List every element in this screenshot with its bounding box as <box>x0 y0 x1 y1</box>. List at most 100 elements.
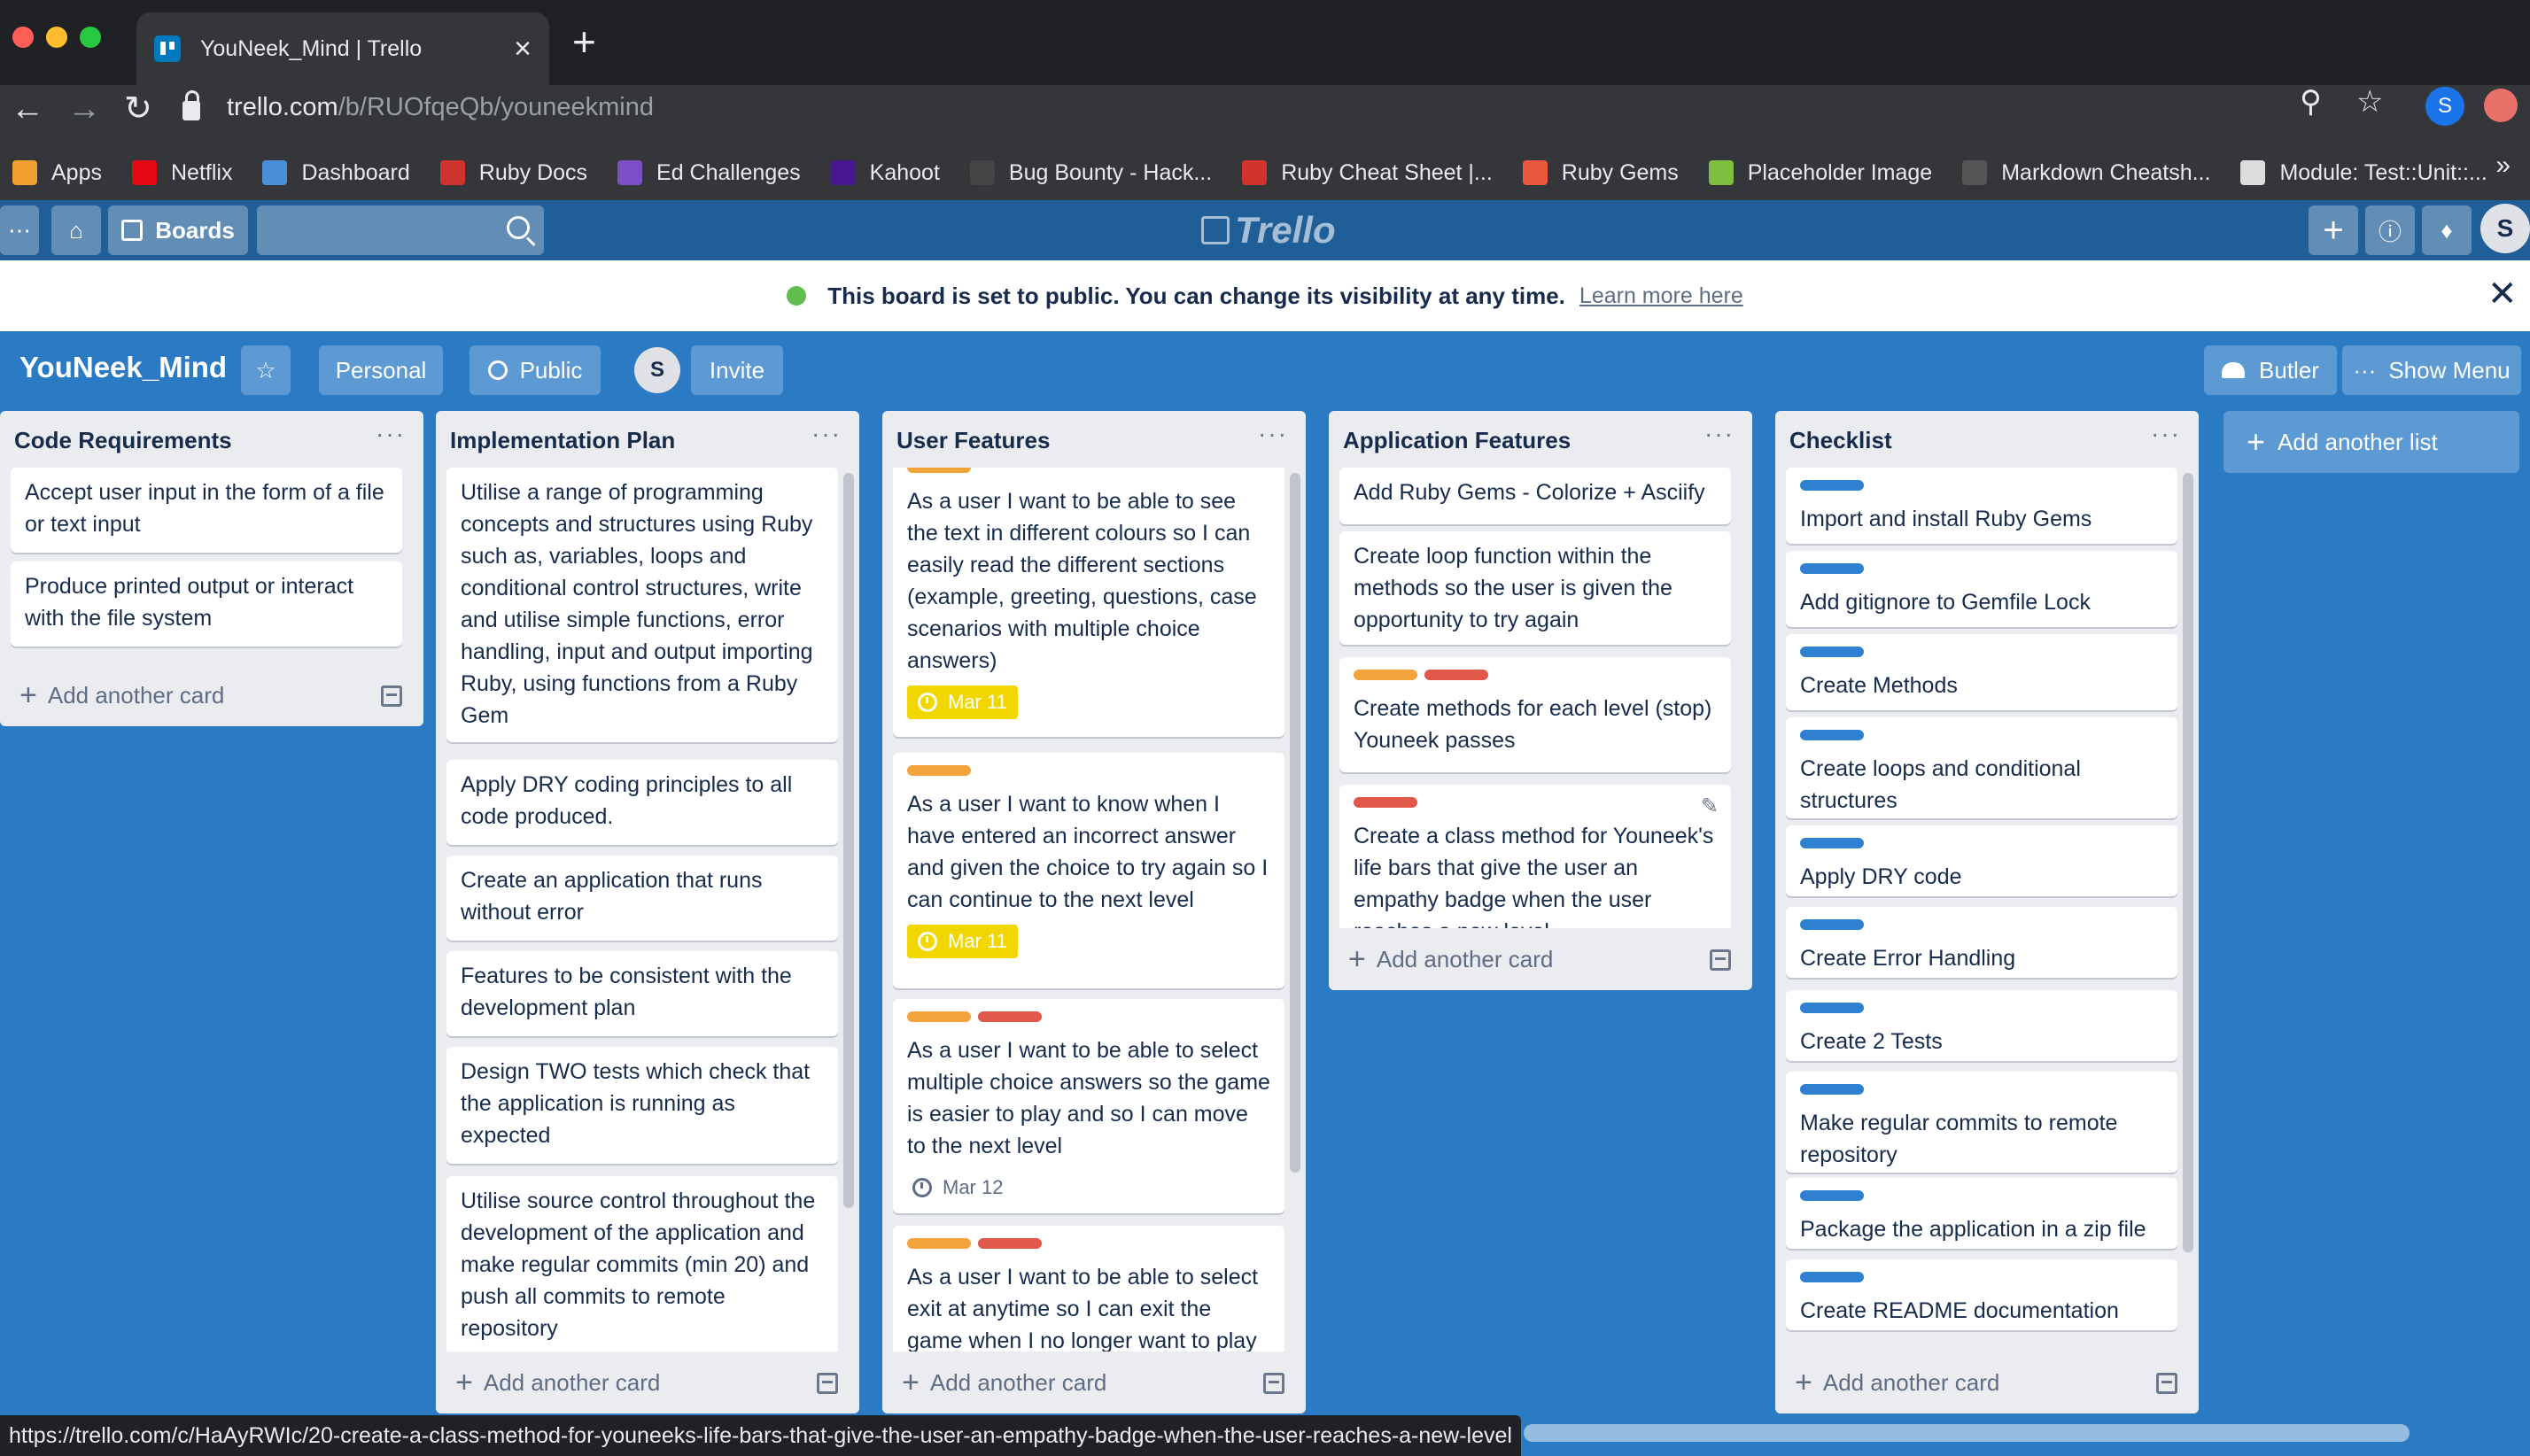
card[interactable]: As a user I want to know when I have ent… <box>893 753 1284 988</box>
card[interactable]: Create Methods <box>1786 634 2177 710</box>
due-date-badge[interactable]: Mar 12 <box>907 1171 1013 1204</box>
star-board-button[interactable]: ☆ <box>241 345 291 395</box>
bookmark-item[interactable]: Markdown Cheatsh... <box>1962 160 2210 186</box>
back-arrow-icon[interactable]: ← <box>11 92 44 126</box>
list-scrollbar[interactable] <box>1290 473 1300 1173</box>
card[interactable]: Design TWO tests which check that the ap… <box>446 1047 838 1164</box>
extension-icon[interactable] <box>2484 89 2518 122</box>
card[interactable]: Add Ruby Gems - Colorize + Asciify <box>1339 468 1731 524</box>
close-window-button[interactable] <box>12 27 34 48</box>
card[interactable]: Utilise a range of programming concepts … <box>446 468 838 742</box>
browser-profile-avatar[interactable]: S <box>2425 87 2464 126</box>
due-date-badge[interactable]: Mar 11 <box>907 685 1018 719</box>
list-title[interactable]: Application Features <box>1343 427 1571 454</box>
new-tab-icon[interactable]: + <box>572 21 596 62</box>
list-menu-icon[interactable]: ··· <box>811 420 842 448</box>
bookmark-item[interactable]: Ruby Cheat Sheet |... <box>1242 160 1493 186</box>
card[interactable]: Create loops and conditional structures <box>1786 717 2177 818</box>
card[interactable]: Create loop function within the methods … <box>1339 531 1731 645</box>
add-card-button[interactable]: + Add another card <box>1348 928 1553 990</box>
invite-button[interactable]: Invite <box>691 345 783 395</box>
card[interactable]: Accept user input in the form of a file … <box>11 468 402 553</box>
bookmark-item[interactable]: Ed Challenges <box>617 160 801 186</box>
board-horizontal-scrollbar[interactable] <box>1524 1424 2410 1442</box>
card-template-icon[interactable] <box>2156 1373 2177 1394</box>
list-menu-icon[interactable]: ··· <box>1258 420 1288 448</box>
card[interactable]: Features to be consistent with the devel… <box>446 951 838 1036</box>
add-card-button[interactable]: + Add another card <box>902 1351 1106 1413</box>
add-card-button[interactable]: + Add another card <box>1795 1351 1999 1413</box>
board-member-avatar[interactable]: S <box>634 347 680 393</box>
card[interactable]: Apply DRY code <box>1786 825 2177 896</box>
add-list-button[interactable]: + Add another list <box>2223 411 2519 473</box>
card[interactable]: As a user I want to be able to see the t… <box>893 468 1284 737</box>
list-column[interactable]: Implementation Plan ··· Utilise a range of… <box>436 411 859 1413</box>
team-visibility-button[interactable]: Personal <box>319 345 443 395</box>
card-template-icon[interactable] <box>1263 1373 1284 1394</box>
due-date-badge[interactable]: Mar 11 <box>907 925 1018 958</box>
bookmark-item[interactable]: Ruby Docs <box>439 160 587 186</box>
home-button[interactable]: ⌂ <box>51 205 101 255</box>
card[interactable]: Create Error Handling <box>1786 907 2177 978</box>
bookmarks-overflow-icon[interactable]: » <box>2495 151 2511 181</box>
card[interactable]: Make regular commits to remote repositor… <box>1786 1072 2177 1173</box>
list-title[interactable]: Code Requirements <box>14 427 232 454</box>
add-card-button[interactable]: + Add another card <box>19 664 224 726</box>
board-title[interactable]: YouNeek_Mind <box>19 351 227 384</box>
forward-arrow-icon[interactable]: → <box>67 92 101 126</box>
list-title[interactable]: User Features <box>896 427 1050 454</box>
card[interactable]: Create an application that runs without … <box>446 856 838 941</box>
bookmark-item[interactable]: Bug Bounty - Hack... <box>969 160 1212 186</box>
banner-close-icon[interactable]: ✕ <box>2487 276 2518 312</box>
public-visibility-button[interactable]: Public <box>470 345 601 395</box>
reload-icon[interactable]: ↻ <box>124 92 152 126</box>
show-menu-button[interactable]: ··· Show Menu <box>2342 345 2521 395</box>
boards-button[interactable]: Boards <box>108 205 248 255</box>
learn-more-link[interactable]: Learn more here <box>1579 283 1743 309</box>
card[interactable]: Add gitignore to Gemfile Lock <box>1786 551 2177 627</box>
list-menu-icon[interactable]: ··· <box>2151 420 2181 448</box>
bookmark-item[interactable]: Apps <box>12 160 102 186</box>
bookmark-item[interactable]: Netflix <box>131 160 232 186</box>
address-bar[interactable]: trello.com/b/RUOfqeQb/youneekmind <box>182 85 2388 129</box>
bookmark-item[interactable]: Dashboard <box>262 160 410 186</box>
trello-logo[interactable]: Trello <box>1201 209 1336 252</box>
zoom-window-button[interactable] <box>80 27 101 48</box>
card[interactable]: Apply DRY coding principles to all code … <box>446 760 838 845</box>
list-column[interactable]: Application Features ··· Add Ruby Gems - C… <box>1329 411 1752 990</box>
bookmark-item[interactable]: Placeholder Image <box>1708 160 1932 186</box>
bookmark-item[interactable]: Kahoot <box>830 160 940 186</box>
zoom-magnifier-icon[interactable]: ⚲ <box>2300 87 2322 117</box>
user-avatar[interactable]: S <box>2480 204 2530 253</box>
add-card-button[interactable]: + Add another card <box>455 1351 660 1413</box>
list-column[interactable]: Checklist ··· Import and install Ruby Gems… <box>1775 411 2199 1413</box>
list-menu-icon[interactable]: ··· <box>1704 420 1735 448</box>
card[interactable]: Create a class method for Youneek's life… <box>1339 785 1731 928</box>
browser-tab-active[interactable]: YouNeek_Mind | Trello × <box>136 12 549 85</box>
bookmark-star-icon[interactable]: ☆ <box>2356 87 2383 117</box>
card[interactable]: As a user I want to be able to select ex… <box>893 1226 1284 1351</box>
butler-button[interactable]: Butler <box>2204 345 2337 395</box>
minimize-window-button[interactable] <box>46 27 67 48</box>
card[interactable]: Create 2 Tests <box>1786 990 2177 1061</box>
list-scrollbar[interactable] <box>2183 473 2193 1252</box>
card[interactable]: Produce printed output or interact with … <box>11 561 402 647</box>
info-icon[interactable]: ⓘ <box>2365 205 2415 255</box>
card-template-icon[interactable] <box>381 685 402 707</box>
bookmark-item[interactable]: Module: Test::Unit::... <box>2240 160 2487 186</box>
card[interactable]: Create README documentation <box>1786 1259 2177 1330</box>
card[interactable]: As a user I want to be able to select mu… <box>893 999 1284 1213</box>
bookmark-item[interactable]: Ruby Gems <box>1522 160 1679 186</box>
list-title[interactable]: Checklist <box>1789 427 1892 454</box>
card[interactable]: Utilise source control throughout the de… <box>446 1176 838 1351</box>
card[interactable]: Create methods for each level (stop) You… <box>1339 657 1731 772</box>
card-template-icon[interactable] <box>1710 949 1731 971</box>
tab-close-icon[interactable]: × <box>514 34 532 64</box>
edit-card-icon[interactable]: ✎ <box>1701 794 1719 819</box>
notifications-bell-icon[interactable]: ♦ <box>2422 205 2472 255</box>
card[interactable]: Import and install Ruby Gems <box>1786 468 2177 544</box>
card[interactable]: Package the application in a zip file <box>1786 1178 2177 1249</box>
list-column[interactable]: Code Requirements ··· Accept user input in… <box>0 411 423 726</box>
list-scrollbar[interactable] <box>843 473 854 1208</box>
list-menu-icon[interactable]: ··· <box>376 420 406 448</box>
